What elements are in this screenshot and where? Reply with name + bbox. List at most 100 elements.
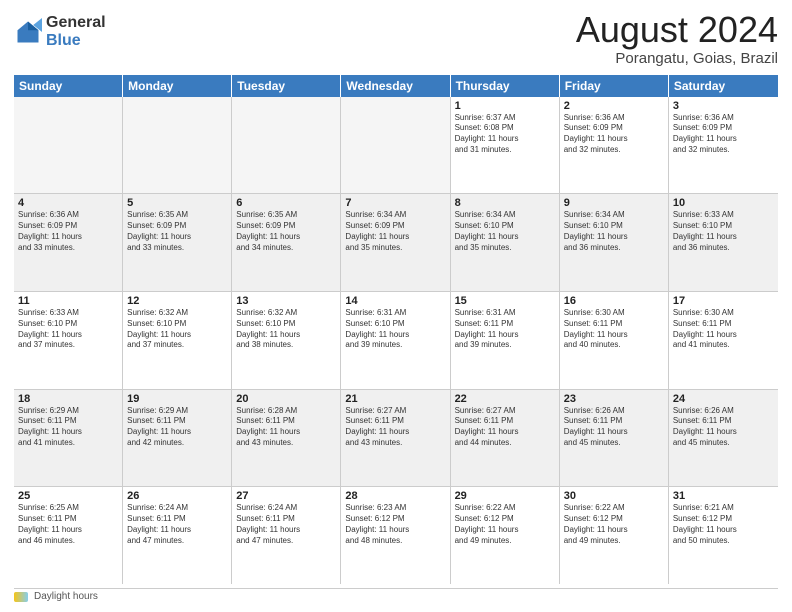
location: Porangatu, Goias, Brazil (576, 50, 778, 67)
calendar-cell: 10Sunrise: 6:33 AM Sunset: 6:10 PM Dayli… (669, 194, 778, 291)
day-number: 13 (236, 295, 336, 307)
day-info: Sunrise: 6:33 AM Sunset: 6:10 PM Dayligh… (18, 308, 118, 351)
calendar-cell: 3Sunrise: 6:36 AM Sunset: 6:09 PM Daylig… (669, 97, 778, 194)
calendar-cell: 17Sunrise: 6:30 AM Sunset: 6:11 PM Dayli… (669, 292, 778, 389)
day-number: 22 (455, 393, 555, 405)
day-info: Sunrise: 6:29 AM Sunset: 6:11 PM Dayligh… (18, 406, 118, 449)
day-number: 31 (673, 490, 774, 502)
calendar-cell: 13Sunrise: 6:32 AM Sunset: 6:10 PM Dayli… (232, 292, 341, 389)
day-info: Sunrise: 6:36 AM Sunset: 6:09 PM Dayligh… (18, 210, 118, 253)
day-info: Sunrise: 6:24 AM Sunset: 6:11 PM Dayligh… (127, 503, 227, 546)
calendar-cell: 19Sunrise: 6:29 AM Sunset: 6:11 PM Dayli… (123, 390, 232, 487)
page: General Blue August 2024 Porangatu, Goia… (0, 0, 792, 612)
title-block: August 2024 Porangatu, Goias, Brazil (576, 10, 778, 67)
calendar-cell: 6Sunrise: 6:35 AM Sunset: 6:09 PM Daylig… (232, 194, 341, 291)
day-info: Sunrise: 6:28 AM Sunset: 6:11 PM Dayligh… (236, 406, 336, 449)
logo-blue-text: Blue (46, 32, 106, 50)
month-title: August 2024 (576, 10, 778, 50)
calendar-cell: 8Sunrise: 6:34 AM Sunset: 6:10 PM Daylig… (451, 194, 560, 291)
day-number: 7 (345, 197, 445, 209)
day-info: Sunrise: 6:32 AM Sunset: 6:10 PM Dayligh… (127, 308, 227, 351)
day-number: 17 (673, 295, 774, 307)
day-number: 19 (127, 393, 227, 405)
calendar-row-5: 25Sunrise: 6:25 AM Sunset: 6:11 PM Dayli… (14, 487, 778, 584)
calendar-cell: 16Sunrise: 6:30 AM Sunset: 6:11 PM Dayli… (560, 292, 669, 389)
day-number: 6 (236, 197, 336, 209)
day-info: Sunrise: 6:26 AM Sunset: 6:11 PM Dayligh… (564, 406, 664, 449)
calendar-cell: 20Sunrise: 6:28 AM Sunset: 6:11 PM Dayli… (232, 390, 341, 487)
day-info: Sunrise: 6:34 AM Sunset: 6:10 PM Dayligh… (564, 210, 664, 253)
calendar-cell (123, 97, 232, 194)
calendar-cell: 31Sunrise: 6:21 AM Sunset: 6:12 PM Dayli… (669, 487, 778, 584)
calendar-cell: 18Sunrise: 6:29 AM Sunset: 6:11 PM Dayli… (14, 390, 123, 487)
header-day-tuesday: Tuesday (232, 75, 341, 97)
day-info: Sunrise: 6:33 AM Sunset: 6:10 PM Dayligh… (673, 210, 774, 253)
calendar-cell: 15Sunrise: 6:31 AM Sunset: 6:11 PM Dayli… (451, 292, 560, 389)
day-info: Sunrise: 6:34 AM Sunset: 6:09 PM Dayligh… (345, 210, 445, 253)
day-number: 15 (455, 295, 555, 307)
header-day-saturday: Saturday (669, 75, 778, 97)
day-number: 25 (18, 490, 118, 502)
day-number: 12 (127, 295, 227, 307)
day-info: Sunrise: 6:30 AM Sunset: 6:11 PM Dayligh… (564, 308, 664, 351)
day-number: 21 (345, 393, 445, 405)
day-info: Sunrise: 6:26 AM Sunset: 6:11 PM Dayligh… (673, 406, 774, 449)
day-number: 2 (564, 100, 664, 112)
header-day-sunday: Sunday (14, 75, 123, 97)
calendar-cell: 26Sunrise: 6:24 AM Sunset: 6:11 PM Dayli… (123, 487, 232, 584)
calendar-cell: 12Sunrise: 6:32 AM Sunset: 6:10 PM Dayli… (123, 292, 232, 389)
logo-general-text: General (46, 14, 106, 32)
calendar-row-1: 1Sunrise: 6:37 AM Sunset: 6:08 PM Daylig… (14, 97, 778, 195)
header: General Blue August 2024 Porangatu, Goia… (14, 10, 778, 67)
day-info: Sunrise: 6:36 AM Sunset: 6:09 PM Dayligh… (673, 113, 774, 156)
day-number: 29 (455, 490, 555, 502)
calendar-cell: 4Sunrise: 6:36 AM Sunset: 6:09 PM Daylig… (14, 194, 123, 291)
day-number: 1 (455, 100, 555, 112)
day-info: Sunrise: 6:32 AM Sunset: 6:10 PM Dayligh… (236, 308, 336, 351)
calendar-cell: 7Sunrise: 6:34 AM Sunset: 6:09 PM Daylig… (341, 194, 450, 291)
calendar-cell: 1Sunrise: 6:37 AM Sunset: 6:08 PM Daylig… (451, 97, 560, 194)
day-info: Sunrise: 6:36 AM Sunset: 6:09 PM Dayligh… (564, 113, 664, 156)
day-number: 26 (127, 490, 227, 502)
day-number: 11 (18, 295, 118, 307)
day-info: Sunrise: 6:24 AM Sunset: 6:11 PM Dayligh… (236, 503, 336, 546)
calendar-cell: 2Sunrise: 6:36 AM Sunset: 6:09 PM Daylig… (560, 97, 669, 194)
logo: General Blue (14, 14, 106, 49)
footer: Daylight hours (14, 588, 778, 602)
day-info: Sunrise: 6:29 AM Sunset: 6:11 PM Dayligh… (127, 406, 227, 449)
day-info: Sunrise: 6:21 AM Sunset: 6:12 PM Dayligh… (673, 503, 774, 546)
calendar-cell: 27Sunrise: 6:24 AM Sunset: 6:11 PM Dayli… (232, 487, 341, 584)
calendar-cell (341, 97, 450, 194)
day-info: Sunrise: 6:35 AM Sunset: 6:09 PM Dayligh… (236, 210, 336, 253)
calendar-body: 1Sunrise: 6:37 AM Sunset: 6:08 PM Daylig… (14, 97, 778, 584)
header-day-monday: Monday (123, 75, 232, 97)
logo-text: General Blue (46, 14, 106, 49)
day-number: 3 (673, 100, 774, 112)
day-info: Sunrise: 6:22 AM Sunset: 6:12 PM Dayligh… (455, 503, 555, 546)
calendar-header: SundayMondayTuesdayWednesdayThursdayFrid… (14, 75, 778, 97)
calendar-cell: 25Sunrise: 6:25 AM Sunset: 6:11 PM Dayli… (14, 487, 123, 584)
day-info: Sunrise: 6:31 AM Sunset: 6:10 PM Dayligh… (345, 308, 445, 351)
calendar-cell (14, 97, 123, 194)
calendar-cell: 22Sunrise: 6:27 AM Sunset: 6:11 PM Dayli… (451, 390, 560, 487)
day-info: Sunrise: 6:23 AM Sunset: 6:12 PM Dayligh… (345, 503, 445, 546)
header-day-wednesday: Wednesday (341, 75, 450, 97)
day-info: Sunrise: 6:25 AM Sunset: 6:11 PM Dayligh… (18, 503, 118, 546)
header-day-thursday: Thursday (451, 75, 560, 97)
calendar-cell: 9Sunrise: 6:34 AM Sunset: 6:10 PM Daylig… (560, 194, 669, 291)
day-number: 28 (345, 490, 445, 502)
day-number: 8 (455, 197, 555, 209)
calendar-cell: 24Sunrise: 6:26 AM Sunset: 6:11 PM Dayli… (669, 390, 778, 487)
day-info: Sunrise: 6:34 AM Sunset: 6:10 PM Dayligh… (455, 210, 555, 253)
day-number: 20 (236, 393, 336, 405)
day-info: Sunrise: 6:30 AM Sunset: 6:11 PM Dayligh… (673, 308, 774, 351)
day-number: 18 (18, 393, 118, 405)
logo-icon (14, 18, 42, 46)
day-number: 24 (673, 393, 774, 405)
day-number: 16 (564, 295, 664, 307)
day-info: Sunrise: 6:27 AM Sunset: 6:11 PM Dayligh… (455, 406, 555, 449)
daylight-icon (14, 592, 28, 602)
calendar-cell: 23Sunrise: 6:26 AM Sunset: 6:11 PM Dayli… (560, 390, 669, 487)
calendar-cell (232, 97, 341, 194)
calendar: SundayMondayTuesdayWednesdayThursdayFrid… (14, 75, 778, 584)
